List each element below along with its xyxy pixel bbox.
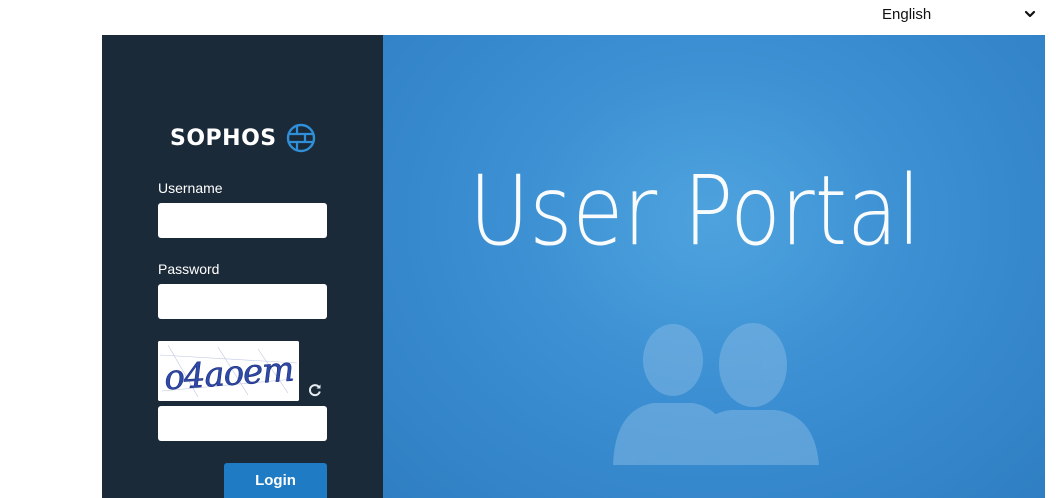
page-title: User Portal [469, 155, 921, 267]
password-input[interactable] [158, 284, 327, 319]
login-button[interactable]: Login [224, 463, 327, 498]
users-icon [613, 323, 819, 465]
username-input[interactable] [158, 203, 327, 238]
captcha-input[interactable] [158, 406, 327, 441]
brand-logo: SOPHOS [170, 121, 317, 155]
username-label: Username [158, 180, 223, 196]
language-select-value: English [882, 5, 932, 23]
language-select[interactable]: English [876, 3, 1042, 25]
login-page: English SOPHOS Username Password o4aoem … [0, 0, 1056, 498]
refresh-icon[interactable] [308, 383, 322, 397]
sophos-firewall-icon [286, 123, 315, 153]
portal-banner: User Portal [383, 35, 1045, 498]
brand-name: SOPHOS [170, 125, 277, 151]
captcha-image: o4aoem [158, 341, 299, 401]
chevron-down-icon [1024, 10, 1036, 18]
password-label: Password [158, 261, 220, 277]
login-panel: SOPHOS Username Password o4aoem Login [102, 35, 383, 498]
